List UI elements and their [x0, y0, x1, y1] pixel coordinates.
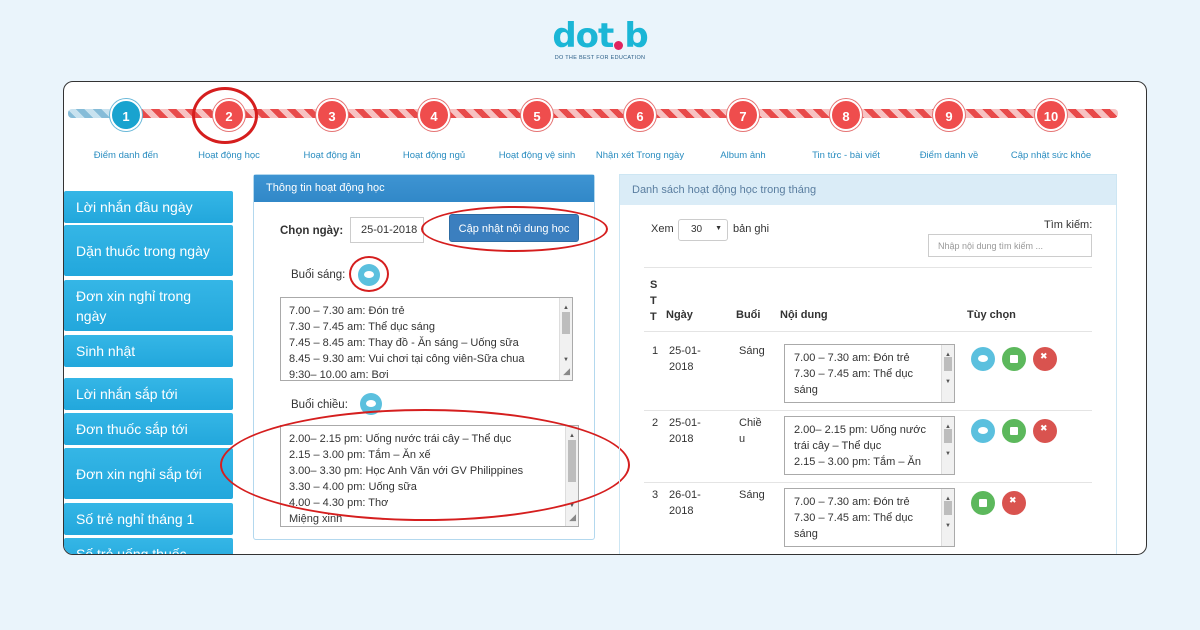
divider	[644, 331, 1092, 332]
logo-tagline: DO THE BEST FOR EDUCATION	[554, 55, 646, 61]
sidebar-item-4[interactable]: Sinh nhật	[64, 335, 233, 367]
date-label: Chọn ngày:	[280, 225, 344, 237]
resize-grip-icon[interactable]: ◢	[569, 509, 576, 525]
highlight-circle-step-2	[192, 87, 258, 144]
save-icon[interactable]	[1002, 347, 1026, 371]
highlight-circle-comment	[349, 256, 389, 292]
row-content-textarea[interactable]: 7.00 – 7.30 am: Đón trẻ 7.30 – 7.45 am: T…	[784, 488, 955, 547]
dotb-logo: dot b DO THE BEST FOR EDUCATION	[540, 18, 660, 61]
sidebar-item-3[interactable]: Đơn xin nghỉ trong ngày	[64, 280, 233, 331]
step-7-label[interactable]: Album ảnh	[683, 150, 803, 161]
row-date: 25-01- 2018	[669, 417, 701, 445]
step-7-button[interactable]: 7	[727, 99, 759, 131]
text-line: 8.45 – 9.30 am: Vui chơi tại công viên-S…	[289, 353, 525, 365]
show-label: Xem	[651, 223, 674, 235]
afternoon-label: Buổi chiều:	[291, 399, 348, 411]
row-stt: 2	[652, 417, 659, 429]
lesson-info-panel: Thông tin hoạt động học Chọn ngày: 25-01…	[220, 174, 630, 540]
text-line: 7.30 – 7.45 am: Thể dục sáng	[289, 321, 435, 333]
scrollbar[interactable]: ▲ ▼	[941, 417, 954, 474]
text-line: 7.00 – 7.30 am: Đón trẻ	[289, 305, 405, 317]
divider	[644, 482, 1092, 483]
col-header-date: Ngày	[666, 309, 693, 321]
col-header-content: Nội dung	[780, 309, 828, 321]
row-session: Sáng	[739, 345, 765, 357]
sidebar-item-7[interactable]: Đơn xin nghỉ sắp tới	[64, 448, 233, 499]
search-label: Tìm kiếm:	[1044, 219, 1093, 231]
row-date: 25-01- 2018	[669, 345, 701, 373]
step-8-button[interactable]: 8	[830, 99, 862, 131]
row-date: 26-01- 2018	[669, 489, 701, 517]
sidebar-item-5[interactable]: Lời nhắn sắp tới	[64, 378, 233, 410]
col-header-session: Buổi	[736, 309, 761, 321]
col-header-stt: STT	[650, 279, 658, 323]
divider	[644, 267, 1092, 268]
sidebar-item-6[interactable]: Đơn thuốc sắp tới	[64, 413, 233, 445]
step-2-label[interactable]: Hoạt động học	[169, 150, 289, 161]
delete-icon[interactable]	[1033, 419, 1057, 443]
step-8-label[interactable]: Tin tức - bài viết	[786, 150, 906, 161]
comment-icon[interactable]	[971, 419, 995, 443]
morning-label: Buổi sáng:	[291, 269, 346, 281]
row-content-textarea[interactable]: 7.00 – 7.30 am: Đón trẻ 7.30 – 7.45 am: T…	[784, 344, 955, 403]
divider	[644, 410, 1092, 411]
page-size-select[interactable]: 30 ▼	[678, 219, 728, 241]
step-5-button[interactable]: 5	[521, 99, 553, 131]
step-1-label[interactable]: Điểm danh đến	[66, 150, 186, 161]
step-6-label[interactable]: Nhận xét Trong ngày	[580, 150, 700, 161]
step-1-button[interactable]: 1	[110, 99, 142, 131]
step-5-label[interactable]: Hoạt động vệ sinh	[477, 150, 597, 161]
scrollbar[interactable]: ▲ ▼	[941, 489, 954, 546]
sidebar-item-9[interactable]: Số trẻ uống thuốc	[64, 538, 233, 554]
text-line: 7.45 – 8.45 am: Thay đồ - Ăn sáng – Uống…	[289, 337, 519, 349]
resize-grip-icon[interactable]: ◢	[563, 363, 570, 379]
date-picker-input[interactable]: 25-01-2018	[350, 217, 424, 243]
search-input[interactable]: Nhập nội dung tìm kiếm ...	[928, 234, 1092, 257]
row-session: Sáng	[739, 489, 765, 501]
row-stt: 1	[652, 345, 659, 357]
step-9-button[interactable]: 9	[933, 99, 965, 131]
comment-icon[interactable]	[971, 347, 995, 371]
logo-wordmark: dot b	[552, 16, 648, 56]
step-4-button[interactable]: 4	[418, 99, 450, 131]
step-4-label[interactable]: Hoạt động ngủ	[374, 150, 494, 161]
step-3-button[interactable]: 3	[316, 99, 348, 131]
app-window: 1 Điểm danh đến 2 Hoạt động học 3 Hoạt động ă…	[63, 81, 1147, 555]
step-6-button[interactable]: 6	[624, 99, 656, 131]
morning-textarea[interactable]: 7.00 – 7.30 am: Đón trẻ 7.30 – 7.45 am: T…	[280, 297, 573, 381]
records-label: bản ghi	[733, 223, 770, 235]
highlight-circle-afternoon	[220, 409, 630, 521]
save-icon[interactable]	[1002, 419, 1026, 443]
scrollbar[interactable]: ▲ ▼	[941, 345, 954, 402]
step-10-label[interactable]: Cập nhật sức khỏe	[991, 150, 1111, 161]
panel-title: Thông tin hoạt động học	[254, 175, 594, 202]
sidebar-item-1[interactable]: Lời nhắn đầu ngày	[64, 191, 233, 223]
save-icon[interactable]	[971, 491, 995, 515]
row-session: Chiề u	[739, 417, 762, 445]
sidebar-item-2[interactable]: Dặn thuốc trong ngày	[64, 225, 233, 276]
delete-icon[interactable]	[1033, 347, 1057, 371]
step-10-button[interactable]: 10	[1035, 99, 1067, 131]
col-header-options: Tùy chọn	[967, 309, 1016, 321]
monthly-lessons-panel: Danh sách hoạt động học trong tháng Xem …	[619, 174, 1117, 554]
row-content-textarea[interactable]: 2.00– 2.15 pm: Uống nước trái cây – Thể d…	[784, 416, 955, 475]
highlight-circle-update	[421, 206, 608, 252]
panel-title: Danh sách hoạt động học trong tháng	[620, 175, 1116, 205]
chevron-down-icon: ▼	[715, 225, 722, 232]
row-stt: 3	[652, 489, 659, 501]
sidebar-item-8[interactable]: Số trẻ nghỉ tháng 1	[64, 503, 233, 535]
text-line: 9:30– 10.00 am: Bơi	[289, 369, 389, 381]
progress-track-remaining	[126, 109, 1118, 118]
delete-icon[interactable]	[1002, 491, 1026, 515]
